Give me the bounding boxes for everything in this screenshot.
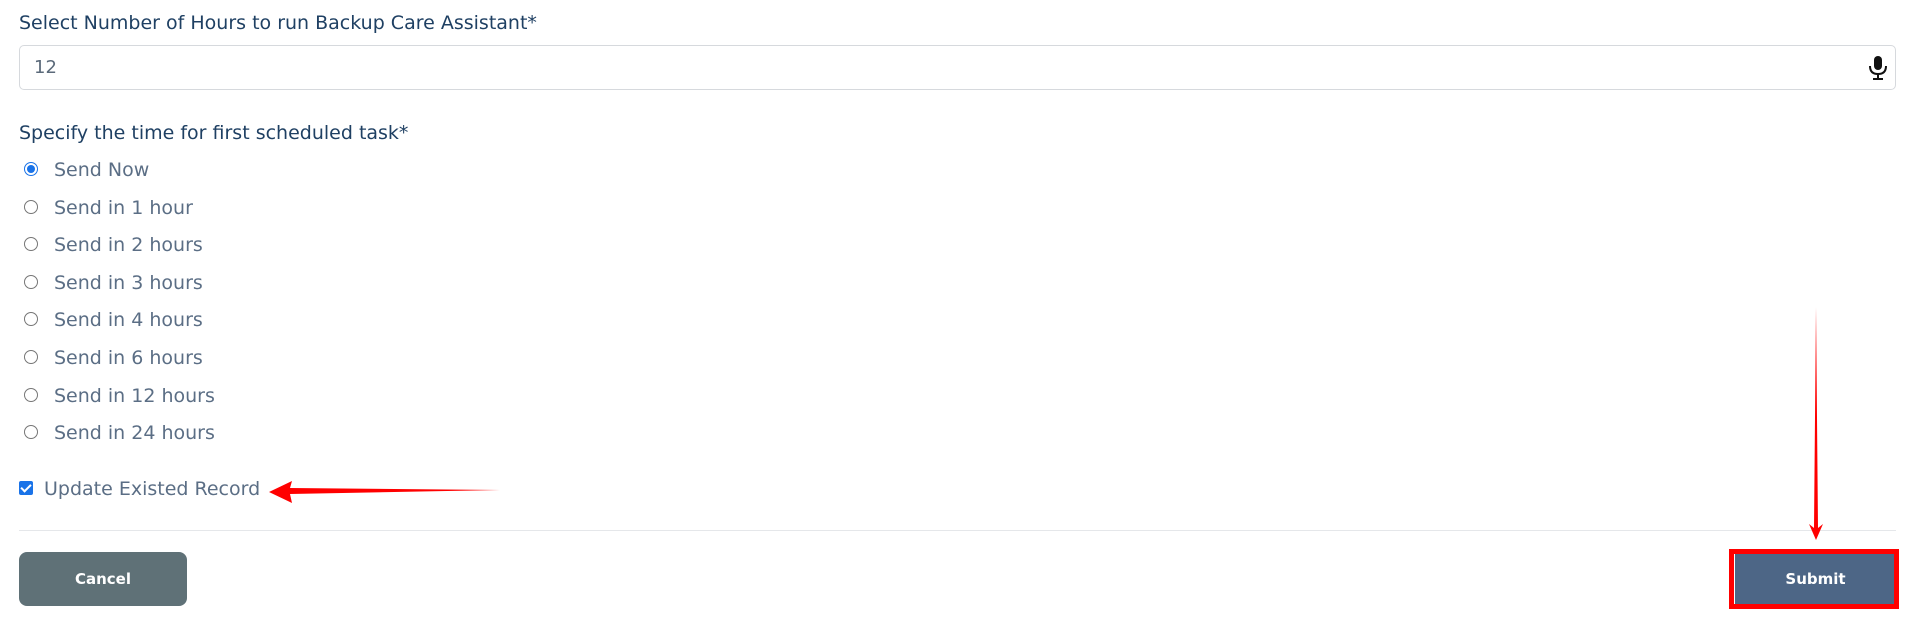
radio-label[interactable]: Send in 4 hours <box>54 309 203 331</box>
radio-button[interactable] <box>24 425 38 440</box>
hours-label: Select Number of Hours to run Backup Car… <box>19 12 537 34</box>
cancel-button[interactable]: Cancel <box>19 552 187 606</box>
radio-label[interactable]: Send Now <box>54 159 149 181</box>
arrow-to-checkbox <box>269 481 500 503</box>
update-existing-checkbox[interactable] <box>19 481 33 495</box>
radio-label[interactable]: Send in 3 hours <box>54 272 203 294</box>
radio-button[interactable] <box>24 387 38 402</box>
radio-button[interactable] <box>24 312 38 327</box>
radio-button[interactable] <box>24 349 38 364</box>
microphone-icon[interactable] <box>1867 56 1889 80</box>
annotation-arrows <box>269 307 1823 540</box>
arrow-to-submit <box>1809 307 1823 540</box>
hours-field[interactable] <box>19 45 1896 90</box>
radio-label[interactable]: Send in 12 hours <box>54 385 215 407</box>
radio-button[interactable] <box>24 237 38 252</box>
radio-label[interactable]: Send in 2 hours <box>54 234 203 256</box>
hours-input[interactable] <box>34 46 1834 89</box>
radio-button[interactable] <box>24 274 38 289</box>
submit-button[interactable]: Submit <box>1735 552 1896 606</box>
radio-label[interactable]: Send in 6 hours <box>54 347 203 369</box>
radio-button[interactable] <box>24 162 38 176</box>
schedule-form: Select Number of Hours to run Backup Car… <box>0 0 1917 617</box>
update-existing-label[interactable]: Update Existed Record <box>44 478 260 500</box>
divider <box>19 530 1896 531</box>
schedule-time-label: Specify the time for first scheduled tas… <box>19 122 409 144</box>
radio-label[interactable]: Send in 1 hour <box>54 197 193 219</box>
radio-button[interactable] <box>24 199 38 214</box>
radio-label[interactable]: Send in 24 hours <box>54 422 215 444</box>
